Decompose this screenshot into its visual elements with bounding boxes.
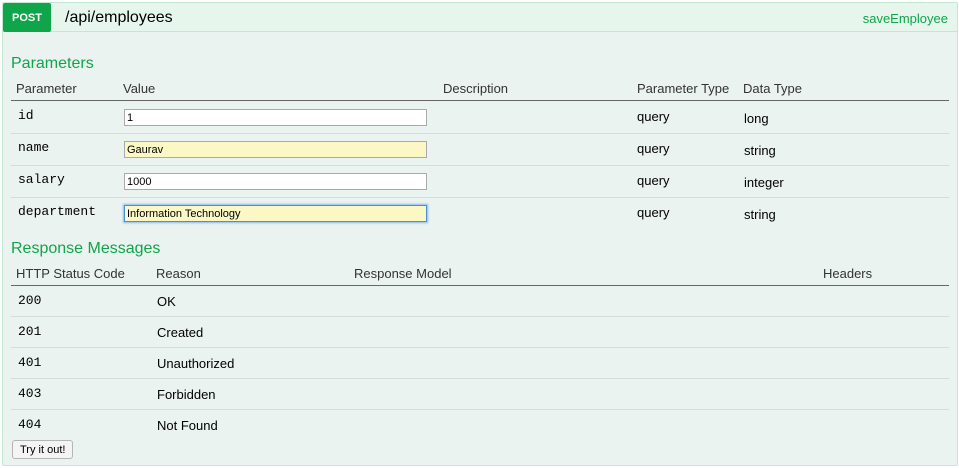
operation-nickname[interactable]: saveEmployee bbox=[863, 11, 948, 26]
try-it-out-button[interactable]: Try it out! bbox=[12, 440, 74, 459]
param-name: salary bbox=[18, 172, 65, 187]
response-status-code: 201 bbox=[18, 324, 42, 339]
param-header-value: Value bbox=[123, 81, 156, 96]
param-data-type: string bbox=[744, 143, 776, 158]
parameters-title: Parameters bbox=[11, 55, 94, 72]
method-badge[interactable]: POST bbox=[3, 3, 51, 32]
param-data-type: long bbox=[744, 111, 769, 126]
resp-header-model: Response Model bbox=[354, 266, 452, 281]
parameter-row: department query string bbox=[11, 198, 949, 230]
param-header-parameter-type: Parameter Type bbox=[637, 81, 730, 96]
resp-header-status: HTTP Status Code bbox=[16, 266, 125, 281]
resp-header-reason: Reason bbox=[156, 266, 201, 281]
response-status-code: 200 bbox=[18, 293, 42, 308]
param-name: id bbox=[18, 108, 34, 123]
param-type: query bbox=[637, 173, 670, 188]
param-name: department bbox=[18, 204, 97, 219]
param-value-input-department[interactable] bbox=[124, 205, 427, 222]
param-header-parameter: Parameter bbox=[16, 81, 77, 96]
parameters-table: Parameter Value Description Parameter Ty… bbox=[11, 81, 949, 222]
param-value-input-id[interactable] bbox=[124, 109, 427, 126]
parameter-row: name query string bbox=[11, 134, 949, 166]
param-type: query bbox=[637, 141, 670, 156]
param-data-type: string bbox=[744, 207, 776, 222]
response-row: 200 OK bbox=[11, 286, 949, 317]
response-row: 401 Unauthorized bbox=[11, 348, 949, 379]
param-value-input-name[interactable] bbox=[124, 141, 427, 158]
response-reason: OK bbox=[157, 294, 176, 309]
param-header-data-type: Data Type bbox=[743, 81, 803, 96]
response-reason: Unauthorized bbox=[157, 356, 235, 371]
response-reason: Created bbox=[157, 325, 204, 340]
endpoint-path[interactable]: /api/employees bbox=[65, 9, 173, 27]
param-value-input-salary[interactable] bbox=[124, 173, 427, 190]
param-data-type: integer bbox=[744, 175, 784, 190]
param-type: query bbox=[637, 205, 670, 220]
response-row: 403 Forbidden bbox=[11, 379, 949, 410]
parameter-row: salary query integer bbox=[11, 166, 949, 198]
response-status-code: 403 bbox=[18, 386, 42, 401]
responses-table: HTTP Status Code Reason Response Model H… bbox=[11, 266, 949, 436]
response-reason: Forbidden bbox=[157, 387, 216, 402]
param-name: name bbox=[18, 140, 50, 155]
param-header-description: Description bbox=[443, 81, 509, 96]
operation-panel: POST /api/employees saveEmployee Paramet… bbox=[2, 2, 958, 466]
response-status-code: 404 bbox=[18, 417, 42, 432]
response-reason: Not Found bbox=[157, 418, 218, 433]
operation-heading[interactable]: POST /api/employees saveEmployee bbox=[3, 3, 957, 32]
response-row: 201 Created bbox=[11, 317, 949, 348]
parameter-row: id query long bbox=[11, 101, 949, 134]
param-type: query bbox=[637, 109, 670, 124]
resp-header-headers: Headers bbox=[823, 266, 873, 281]
responses-title: Response Messages bbox=[11, 240, 161, 257]
response-row: 404 Not Found bbox=[11, 410, 949, 436]
response-status-code: 401 bbox=[18, 355, 42, 370]
